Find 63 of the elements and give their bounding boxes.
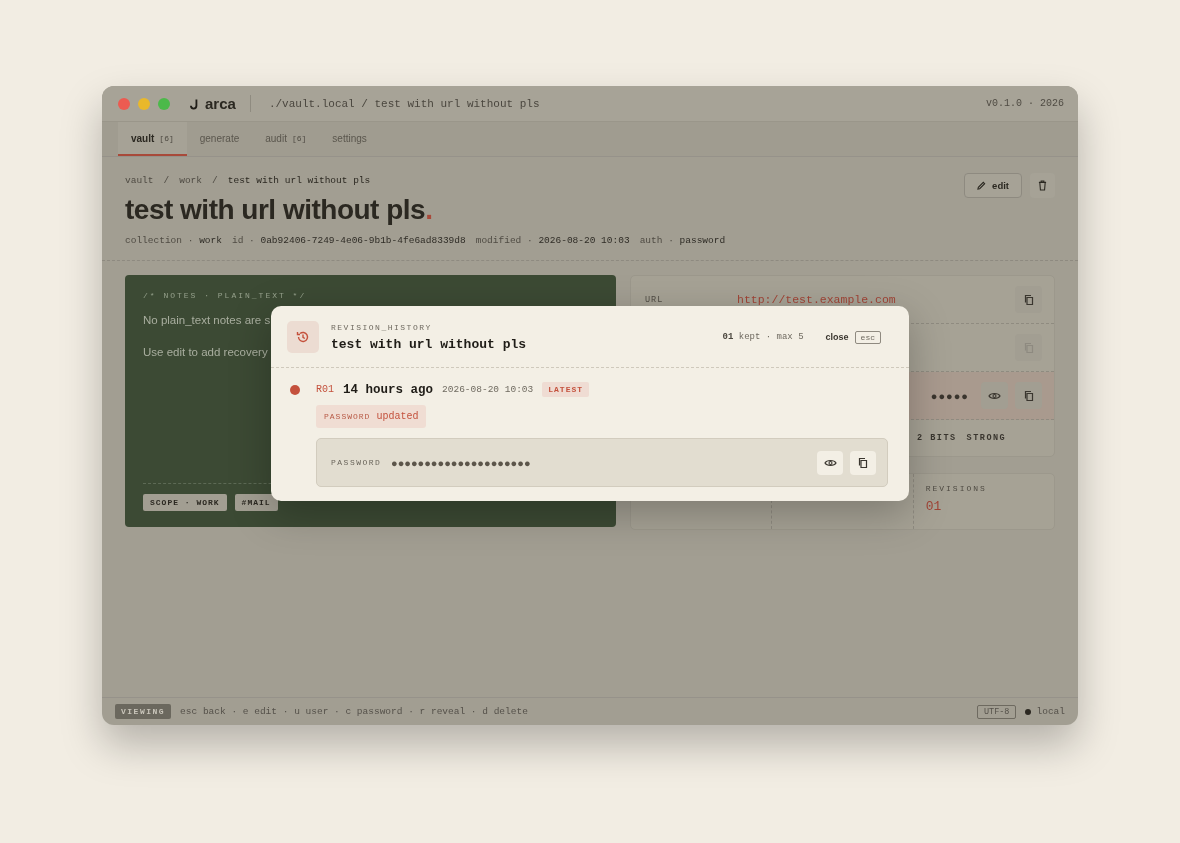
edit-button[interactable]: edit — [964, 173, 1022, 198]
dialog-label: REVISION_HISTORY — [331, 322, 433, 332]
encoding-label: UTF-8 — [976, 704, 1017, 719]
strength-label: 2 BITS — [917, 433, 957, 443]
url-link[interactable]: http://test.example.com — [737, 293, 896, 306]
meta-item: auth · password — [639, 235, 726, 246]
notes-text: Use edit to add recovery — [143, 346, 269, 358]
status-dot — [1025, 708, 1032, 715]
copy-icon — [1022, 389, 1035, 402]
delete-button[interactable] — [1030, 173, 1055, 198]
tab[interactable]: vault [6] — [118, 122, 187, 156]
notes-header: /* NOTES · PLAIN_TEXT */ — [143, 291, 308, 300]
copy-icon — [857, 456, 869, 469]
dialog-title: test with url without pls — [331, 336, 527, 352]
breadcrumb-item: test with url without pls — [227, 175, 371, 186]
breadcrumb-item[interactable]: vault — [125, 175, 154, 186]
tab-count: [6] — [159, 133, 174, 143]
mode-badge: VIEWING — [115, 704, 172, 719]
tab-count: [6] — [291, 133, 307, 143]
revision-id: R01 — [316, 384, 334, 395]
close-button[interactable]: close — [825, 332, 849, 342]
tab[interactable]: audit [6] — [252, 122, 320, 156]
shortcut-key: esc — [854, 330, 881, 344]
history-icon — [287, 321, 319, 353]
breadcrumb-separator: / — [212, 175, 218, 186]
tab[interactable]: generate — [186, 122, 253, 156]
eye-icon — [988, 390, 1001, 401]
copy-icon — [1022, 293, 1035, 306]
trash-icon — [1038, 180, 1047, 191]
connection-label: local — [1036, 706, 1065, 717]
page-title: test with url without pls. — [125, 194, 434, 226]
meta-item: modified · 2026-08-20 10:03 — [475, 235, 630, 246]
tag: SCOPE · WORK — [143, 494, 227, 511]
tab[interactable]: settings — [319, 122, 380, 156]
latest-badge: LATEST — [542, 382, 590, 397]
breadcrumb-separator: / — [163, 175, 170, 186]
copy-button[interactable] — [1015, 382, 1042, 409]
breadcrumb-item[interactable]: work — [179, 175, 203, 186]
reveal-button[interactable] — [817, 450, 843, 475]
meta-item: id · 0ab92406-7249-4e06-9b1b-4fe6ad8339d8 — [231, 235, 466, 246]
notes-text: No plain_text notes are s — [143, 314, 272, 326]
pencil-icon — [977, 181, 987, 190]
copy-button[interactable] — [1015, 286, 1042, 313]
revision-date: 2026-08-20 10:03 — [442, 384, 534, 395]
reveal-button[interactable] — [981, 382, 1008, 409]
revision-time: 14 hours ago — [343, 382, 434, 397]
app-name: arca — [205, 95, 236, 112]
strength-label: STRONG — [966, 433, 1007, 443]
window-title: ./vault.local / test with url without pls — [268, 97, 540, 110]
change-chip: PASSWORD updated — [316, 405, 427, 428]
password-dots: ●●●●●●●●●●●●●●●●●●●●● — [391, 456, 531, 469]
copy-button[interactable] — [850, 450, 876, 475]
meta-item: collection · work — [125, 235, 222, 246]
field-label: PASSWORD — [331, 458, 383, 467]
password-dots: ●●●●● — [930, 389, 969, 402]
stat-label: REVISIONS — [925, 484, 988, 493]
version-label: v0.1.0 · 2026 — [986, 98, 1064, 109]
field-label: URL — [645, 294, 665, 305]
timeline-dot — [290, 384, 300, 395]
tag: #MAIL — [234, 494, 278, 511]
stat-value: 01 — [925, 499, 943, 514]
eye-icon — [823, 457, 837, 468]
kept-count: 01 kept · max 5 — [722, 332, 804, 342]
